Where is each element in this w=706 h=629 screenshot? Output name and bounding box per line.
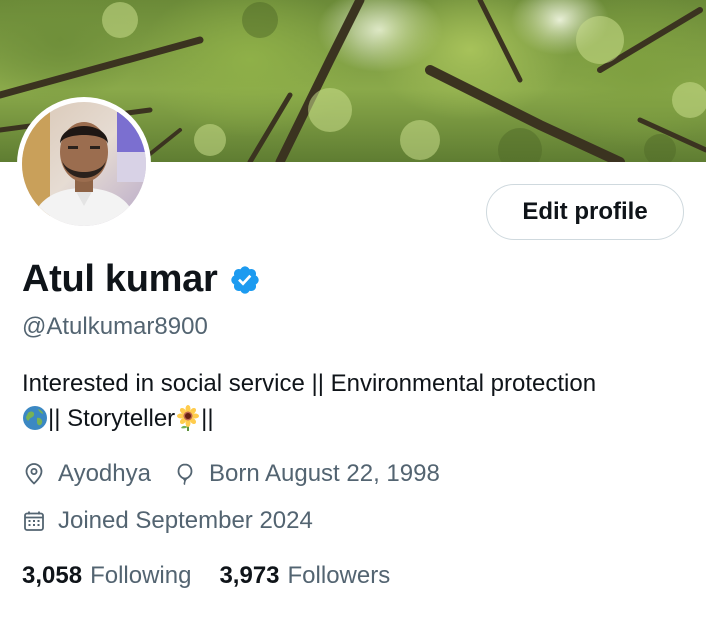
avatar-photo bbox=[22, 102, 146, 226]
location-item: Ayodhya bbox=[22, 460, 151, 488]
following-label: Following bbox=[90, 562, 192, 589]
bio-line-2-text-b: || bbox=[201, 405, 214, 432]
followers-count: 3,973 bbox=[219, 562, 280, 589]
globe-emoji bbox=[23, 406, 47, 430]
bio-line-2: || Storyteller || bbox=[22, 401, 692, 436]
birthday-item: Born August 22, 1998 bbox=[173, 460, 440, 488]
location-pin-icon bbox=[25, 463, 43, 485]
verified-badge-icon[interactable] bbox=[229, 264, 261, 296]
followers-link[interactable]: 3,973 Followers bbox=[219, 562, 390, 590]
following-link[interactable]: 3,058 Following bbox=[22, 562, 191, 590]
joined-row: Joined September 2024 bbox=[22, 507, 313, 535]
bio-line-1: Interested in social service || Environm… bbox=[22, 370, 597, 397]
sunflower-emoji bbox=[177, 405, 200, 431]
followers-label: Followers bbox=[287, 562, 391, 589]
profile-name: Atul kumar bbox=[22, 258, 218, 300]
profile-meta-row: Ayodhya Born August 22, 1998 bbox=[22, 460, 440, 488]
joined-text: Joined September 2024 bbox=[58, 507, 313, 534]
birthday-text: Born August 22, 1998 bbox=[208, 460, 440, 487]
profile-handle: @Atulkumar8900 bbox=[22, 313, 208, 340]
edit-profile-button[interactable]: Edit profile bbox=[486, 184, 684, 240]
balloon-icon bbox=[177, 463, 193, 485]
bio-line-2-text-a: || Storyteller bbox=[48, 405, 176, 432]
profile-name-row: Atul kumar bbox=[22, 258, 261, 301]
profile-bio: Interested in social service || Environm… bbox=[22, 366, 692, 436]
avatar[interactable] bbox=[17, 97, 151, 231]
follow-counts: 3,058 Following 3,973 Followers bbox=[22, 562, 390, 590]
following-count: 3,058 bbox=[22, 562, 83, 589]
calendar-icon bbox=[24, 511, 44, 531]
location-text: Ayodhya bbox=[58, 460, 151, 487]
